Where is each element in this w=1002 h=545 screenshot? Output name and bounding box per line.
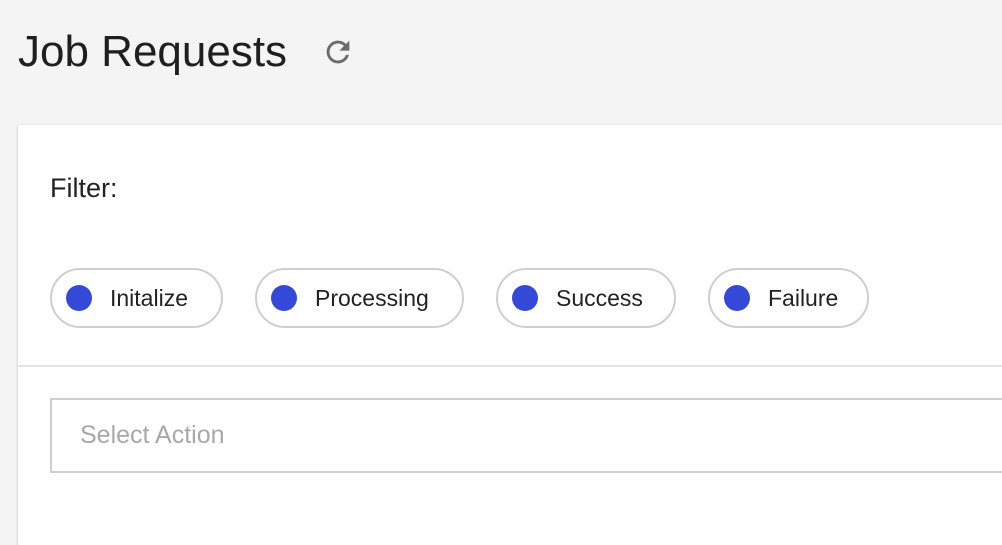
filter-chip-failure[interactable]: Failure xyxy=(708,268,869,328)
section-divider xyxy=(18,365,1002,367)
job-requests-card: Filter: Initalize Processing Success Fai… xyxy=(18,125,1002,545)
status-dot-icon xyxy=(271,285,297,311)
action-select[interactable]: Select Action xyxy=(50,398,1002,473)
filter-chip-label: Initalize xyxy=(110,284,188,311)
status-dot-icon xyxy=(512,285,538,311)
page-header: Job Requests xyxy=(18,22,357,82)
action-select-placeholder: Select Action xyxy=(80,421,225,449)
filter-chip-label: Failure xyxy=(768,284,839,311)
refresh-icon xyxy=(326,40,350,64)
page-title: Job Requests xyxy=(18,27,288,76)
filter-chip-initalize[interactable]: Initalize xyxy=(50,268,223,328)
status-dot-icon xyxy=(66,285,92,311)
status-dot-icon xyxy=(724,285,750,311)
filter-chip-success[interactable]: Success xyxy=(496,268,676,328)
filter-chip-label: Success xyxy=(556,284,643,311)
filter-label: Filter: xyxy=(50,173,118,203)
filter-chip-processing[interactable]: Processing xyxy=(255,268,464,328)
filter-chip-label: Processing xyxy=(315,284,429,311)
refresh-button[interactable] xyxy=(319,33,357,71)
